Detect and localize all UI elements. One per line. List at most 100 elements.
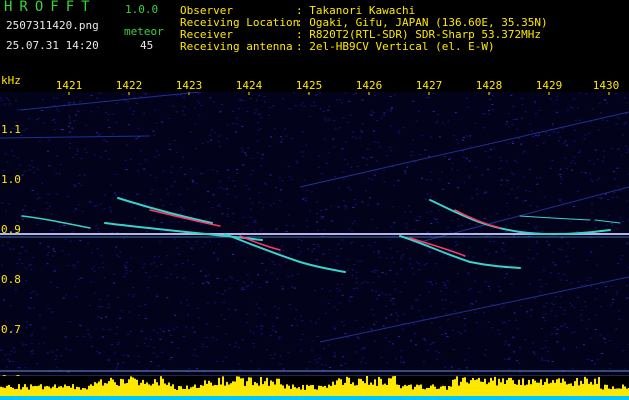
noise-speck: [55, 193, 58, 195]
noise-speck: [228, 308, 231, 310]
noise-speck: [388, 341, 391, 343]
noise-speck: [411, 151, 414, 153]
noise-speck: [168, 143, 171, 145]
level-column: [504, 384, 506, 396]
noise-speck: [125, 144, 128, 146]
noise-speck: [72, 101, 75, 103]
noise-speck: [292, 225, 295, 227]
noise-speck: [539, 177, 542, 179]
noise-speck: [12, 361, 14, 363]
noise-speck: [373, 174, 376, 176]
level-column: [532, 379, 534, 396]
noise-speck: [504, 231, 507, 233]
noise-speck: [302, 333, 305, 335]
noise-speck: [305, 220, 308, 222]
noise-speck: [288, 304, 291, 305]
noise-speck: [410, 340, 412, 342]
noise-speck: [438, 209, 441, 211]
noise-speck: [519, 260, 522, 262]
noise-speck: [594, 363, 596, 365]
noise-speck: [293, 92, 295, 94]
noise-speck: [419, 154, 422, 155]
noise-speck: [186, 304, 189, 306]
noise-speck: [159, 231, 162, 233]
noise-speck: [312, 244, 315, 245]
level-column: [498, 378, 500, 396]
noise-speck: [237, 347, 240, 349]
noise-speck: [561, 127, 564, 129]
noise-speck: [170, 357, 173, 358]
level-column: [268, 385, 270, 396]
noise-speck: [38, 140, 41, 142]
noise-speck: [362, 357, 364, 359]
noise-speck: [590, 285, 593, 287]
noise-speck: [80, 184, 83, 186]
noise-speck: [607, 215, 610, 217]
noise-speck: [103, 277, 106, 279]
noise-speck: [72, 264, 74, 266]
noise-speck: [338, 99, 341, 101]
noise-speck: [269, 354, 272, 356]
level-column: [76, 386, 78, 396]
noise-speck: [160, 263, 163, 265]
noise-speck: [104, 150, 107, 152]
noise-speck: [155, 122, 158, 124]
noise-speck: [373, 241, 376, 243]
noise-speck: [252, 221, 255, 223]
noise-speck: [536, 253, 539, 255]
noise-speck: [22, 208, 25, 210]
noise-speck: [133, 110, 135, 112]
noise-speck: [239, 98, 242, 100]
noise-speck: [361, 245, 364, 247]
noise-speck: [354, 204, 357, 206]
noise-speck: [516, 328, 519, 330]
noise-speck: [559, 306, 562, 308]
noise-speck: [617, 310, 620, 312]
noise-speck: [450, 366, 453, 368]
noise-speck: [444, 299, 447, 301]
noise-speck: [151, 189, 154, 191]
noise-speck: [377, 250, 380, 252]
level-column: [322, 386, 324, 396]
level-column: [346, 376, 348, 396]
noise-speck: [426, 231, 429, 233]
noise-speck: [46, 263, 49, 265]
noise-speck: [577, 230, 579, 232]
noise-speck: [139, 163, 142, 165]
noise-speck: [616, 167, 619, 169]
level-column: [132, 377, 134, 396]
noise-speck: [490, 148, 492, 150]
noise-speck: [57, 110, 60, 112]
noise-speck: [143, 263, 146, 265]
noise-speck: [48, 165, 51, 167]
noise-speck: [287, 214, 290, 216]
noise-speck: [87, 333, 90, 335]
noise-speck: [29, 324, 32, 326]
noise-speck: [79, 240, 82, 241]
noise-speck: [318, 358, 321, 359]
noise-speck: [183, 114, 186, 116]
noise-speck: [559, 199, 561, 201]
x-tick-label: 1423: [175, 79, 203, 92]
level-column: [378, 377, 380, 396]
noise-speck: [264, 182, 266, 184]
level-column: [22, 387, 24, 396]
noise-speck: [311, 250, 314, 252]
noise-speck: [341, 101, 344, 103]
noise-speck: [16, 263, 19, 265]
level-column: [190, 387, 192, 396]
noise-speck: [258, 287, 261, 289]
level-column: [178, 386, 180, 396]
noise-speck: [611, 196, 614, 198]
noise-speck: [533, 226, 536, 228]
noise-speck: [310, 191, 313, 193]
noise-speck: [340, 321, 343, 323]
noise-speck: [271, 261, 274, 262]
noise-speck: [93, 154, 96, 156]
noise-speck: [575, 346, 578, 348]
noise-speck: [16, 157, 19, 159]
noise-speck: [510, 283, 513, 285]
noise-speck: [159, 199, 162, 201]
level-column: [110, 377, 112, 396]
noise-speck: [390, 226, 393, 228]
